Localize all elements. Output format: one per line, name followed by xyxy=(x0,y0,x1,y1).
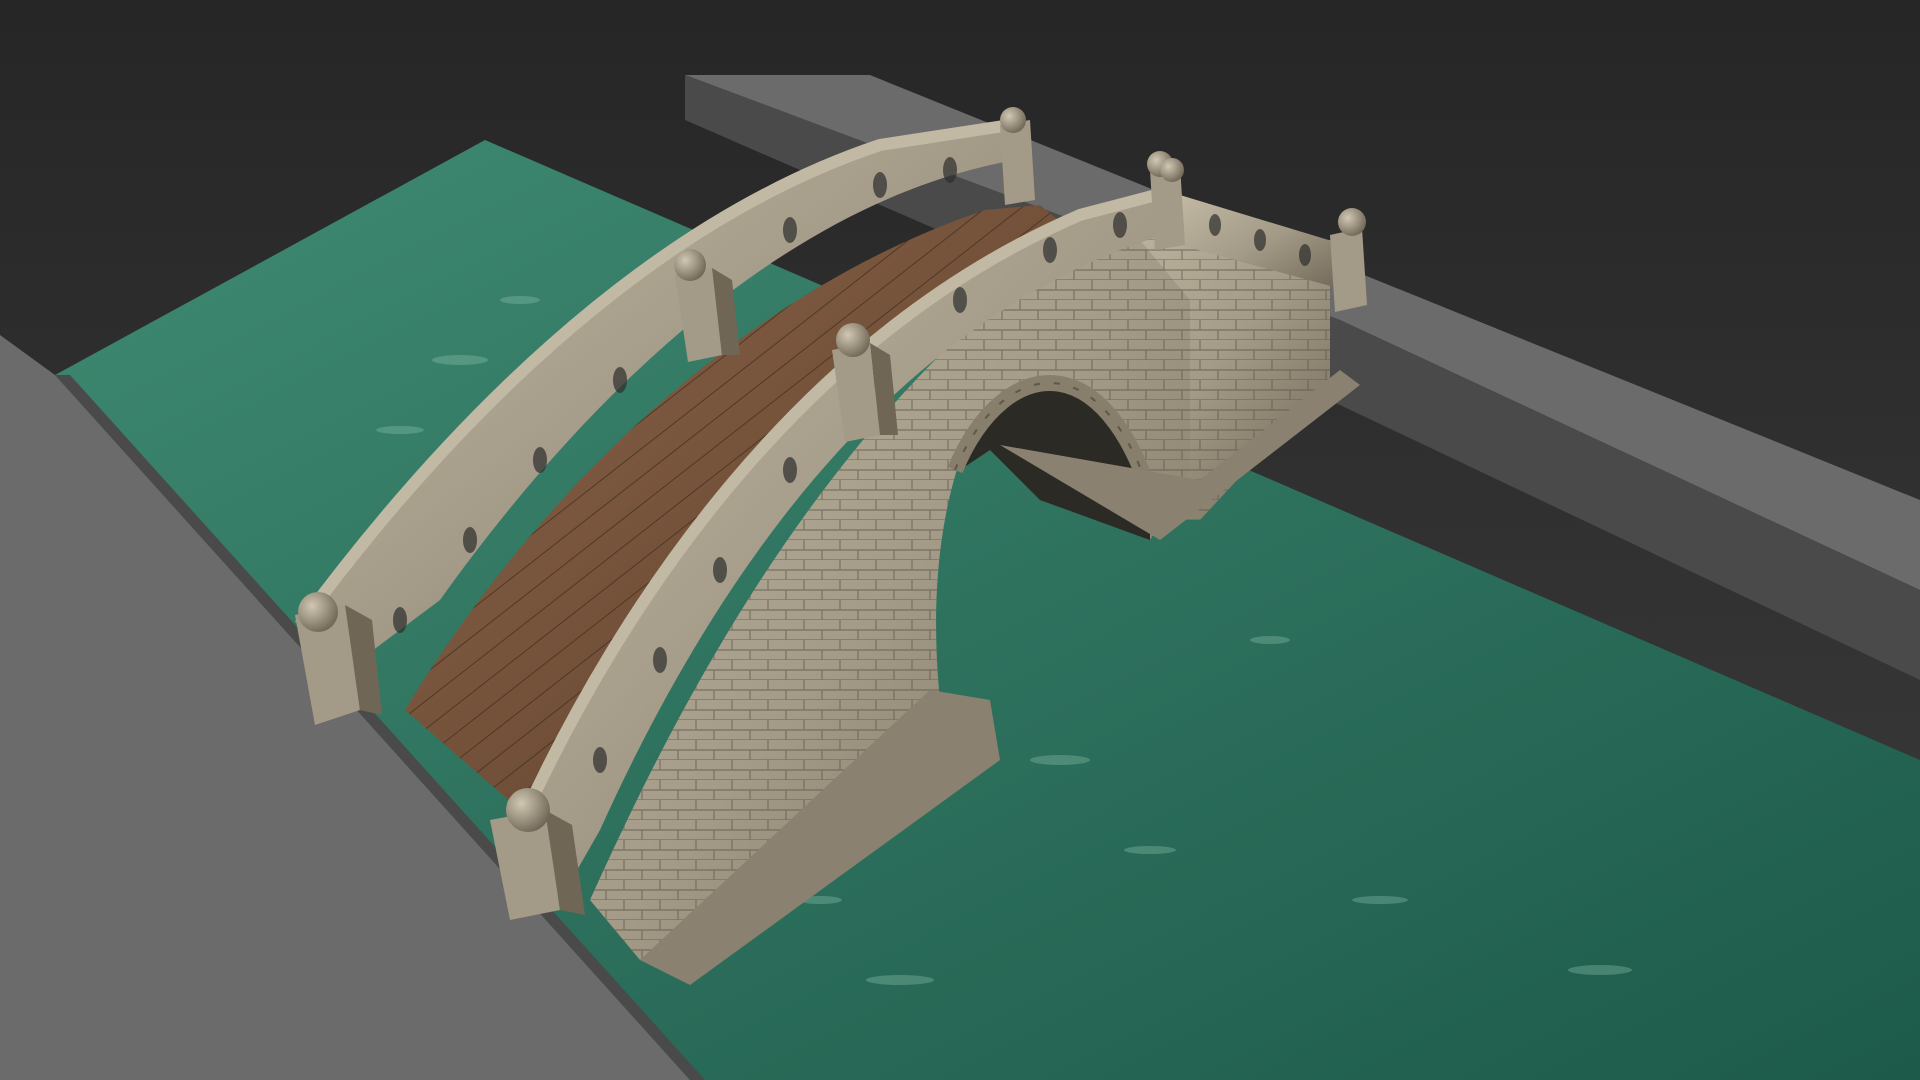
bridge-scene xyxy=(0,0,1920,1080)
post-top-far xyxy=(1000,107,1035,205)
